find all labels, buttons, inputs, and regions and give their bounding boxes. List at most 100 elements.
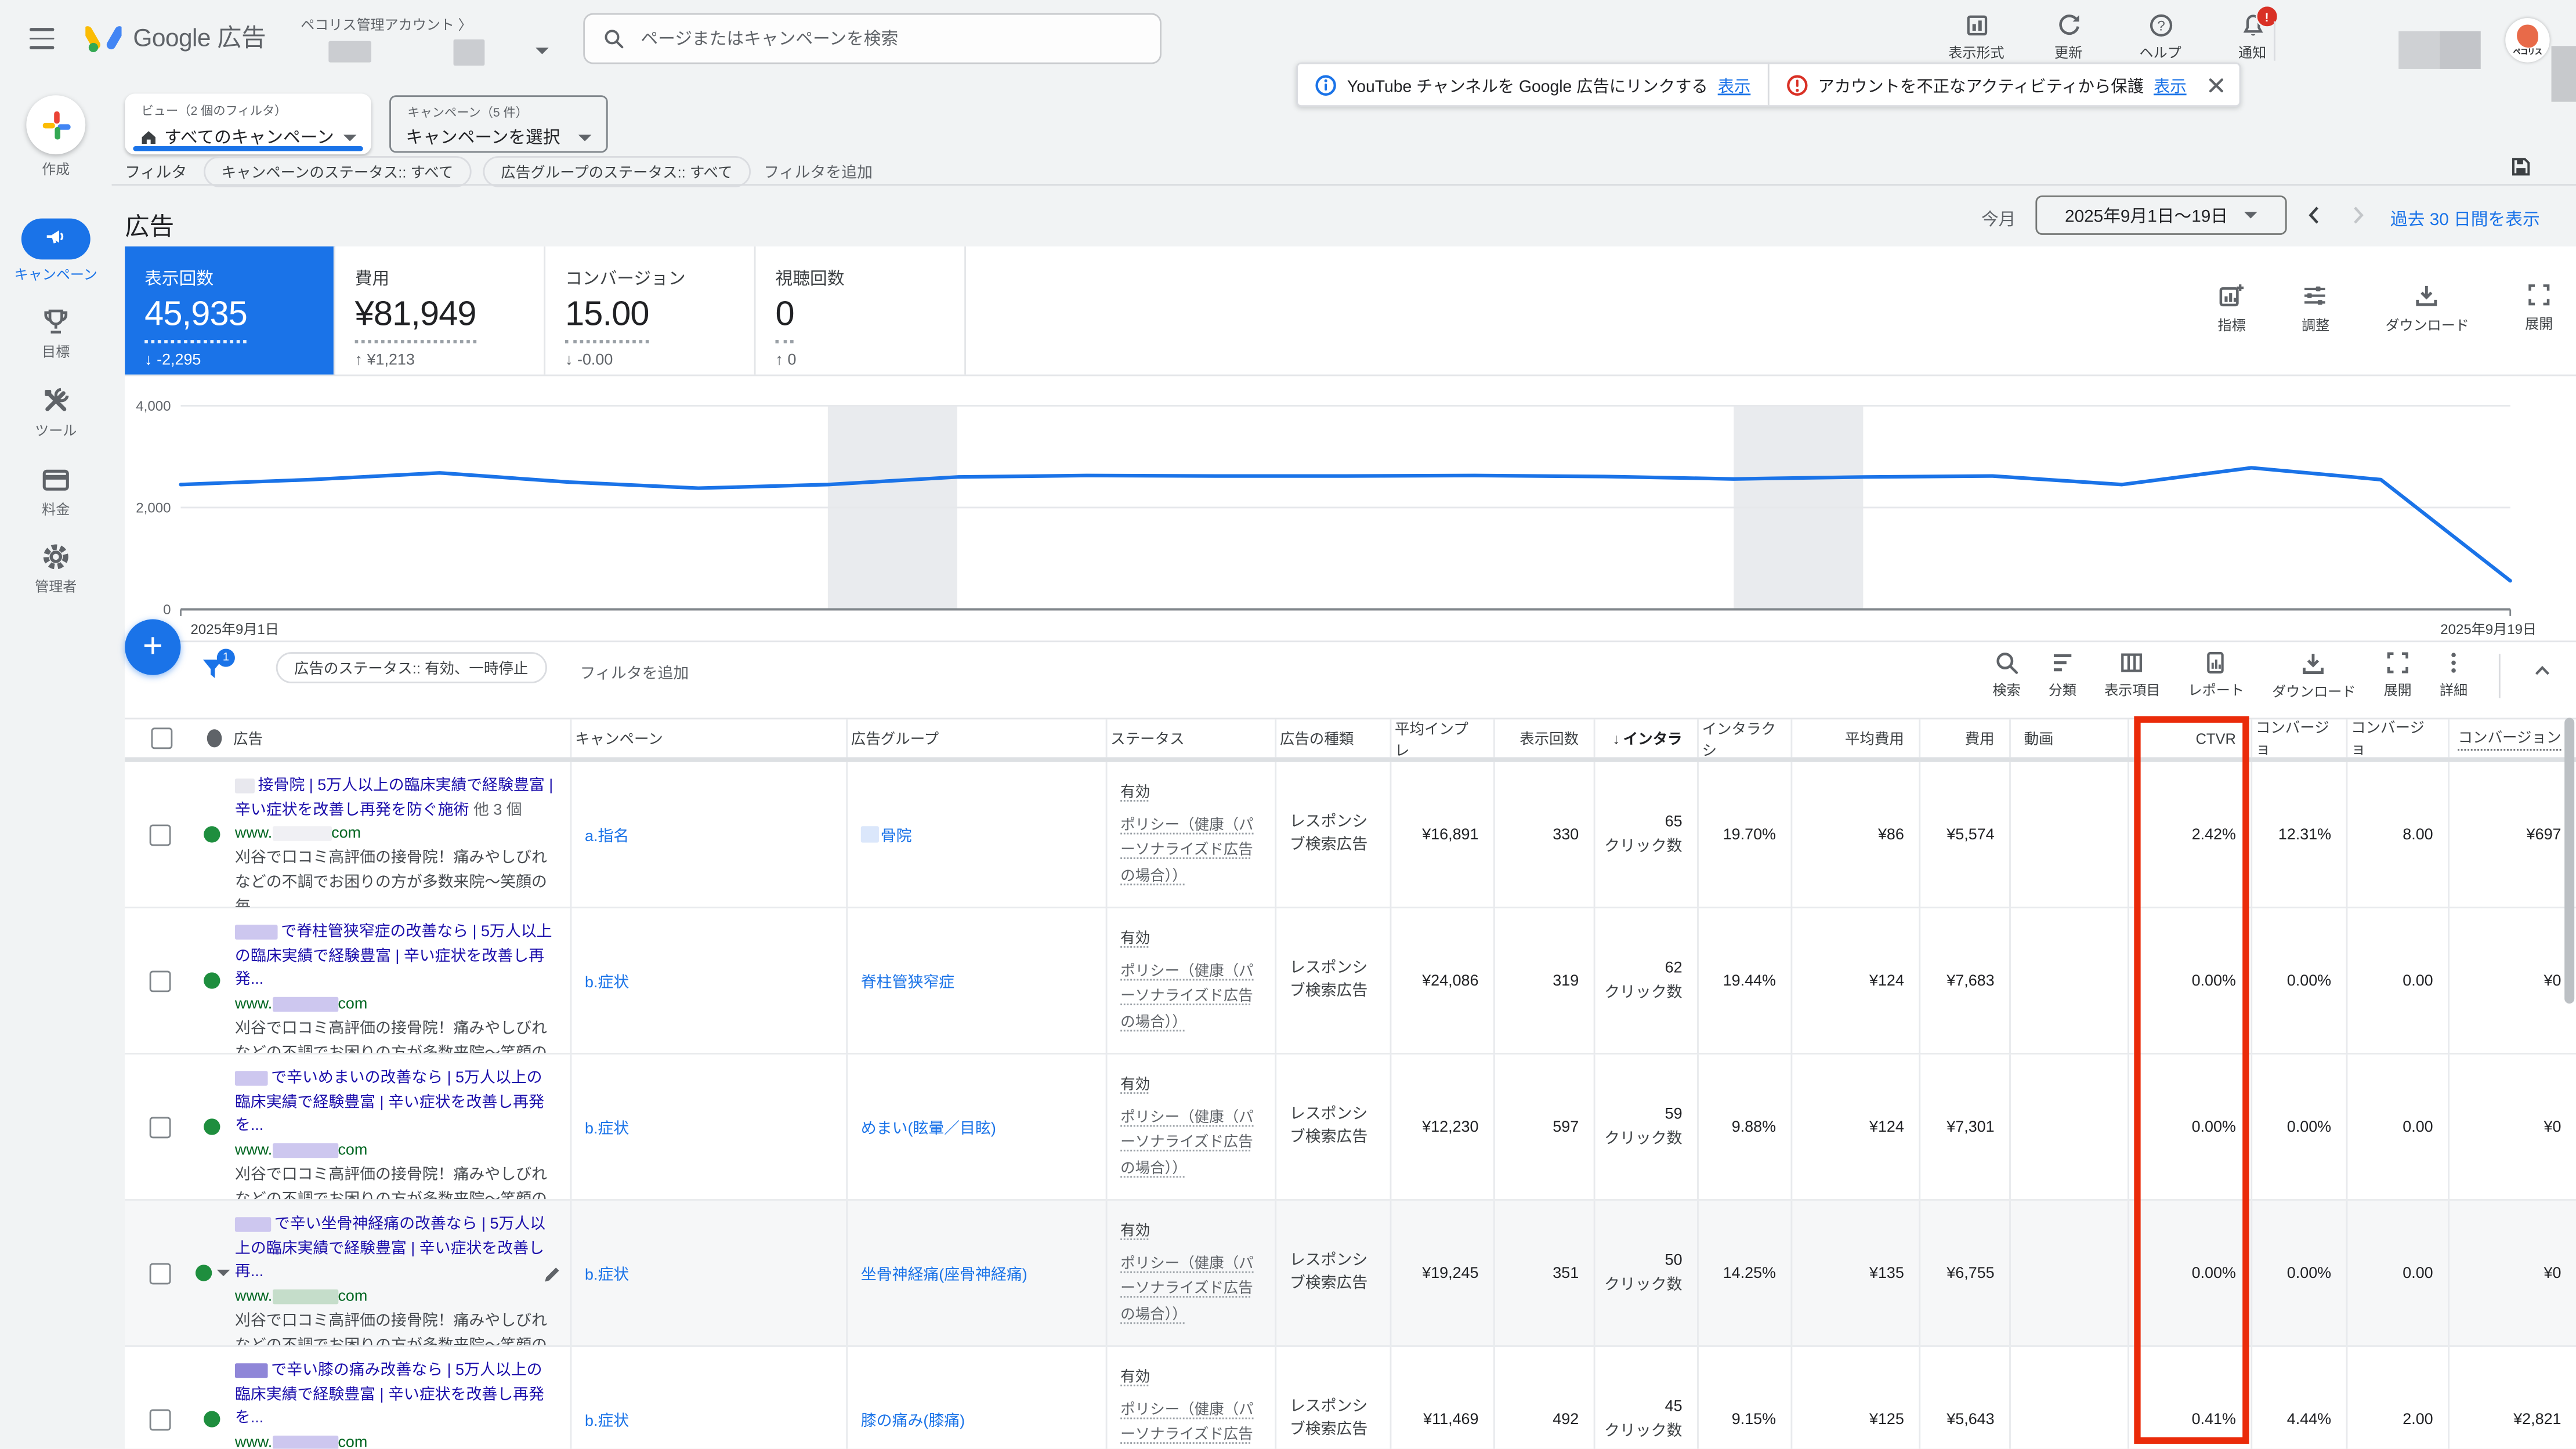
collapse-table-icon[interactable] — [2532, 660, 2553, 682]
ad-group-cell[interactable]: 膝の痛み(膝痛) — [848, 1347, 1107, 1449]
table-row-3[interactable]: で辛いめまいの改善なら | 5万人以上の臨床実績で経験豊富 | 辛い症状を改善し… — [125, 1055, 2576, 1201]
scorecard-表示回数[interactable]: 表示回数45,935↓ -2,295 — [125, 247, 335, 375]
campaign-cell[interactable]: a.指名 — [571, 762, 848, 907]
add-ad-button[interactable]: + — [125, 620, 180, 675]
ad-headline[interactable]: で脊柱管狭窄症の改善なら | 5万人以上の臨床実績で経験豊富 | 辛い症状を改善… — [235, 922, 553, 994]
ad-headline[interactable]: で辛い膝の痛み改善なら | 5万人以上の臨床実績で経験豊富 | 辛い症状を改善し… — [235, 1360, 553, 1433]
score-action-展開[interactable]: 展開 — [2525, 282, 2553, 335]
add-filter-button[interactable]: フィルタを追加 — [764, 160, 873, 183]
column-header-広告の種類[interactable]: 広告の種類 — [1276, 719, 1391, 757]
campaign-cell[interactable]: b.症状 — [571, 908, 848, 1053]
topbar-action-2[interactable]: ?ヘルプ — [2131, 13, 2190, 63]
sidebar-item-目標[interactable]: 目標 — [0, 307, 112, 361]
ad-group-cell[interactable]: 脊柱管狭窄症 — [848, 908, 1107, 1053]
row-checkbox[interactable] — [149, 970, 170, 991]
sidebar-item-キャンペーン[interactable]: キャンペーン — [0, 218, 112, 283]
ad-status-filter-chip[interactable]: 広告のステータス:: 有効、一時停止 — [276, 652, 547, 683]
topbar-action-0[interactable]: 表示形式 — [1947, 13, 2006, 63]
column-header-表示回数[interactable]: 表示回数 — [1495, 719, 1595, 757]
search-bar[interactable] — [583, 13, 1162, 64]
ad-group-cell[interactable]: 坐骨神経痛(座骨神経痛) — [848, 1201, 1107, 1345]
column-header-インタラ[interactable]: ↓インタラ — [1595, 719, 1699, 757]
chevron-right-icon[interactable] — [2346, 204, 2369, 227]
column-header-費用[interactable]: 費用 — [1920, 719, 2011, 757]
column-header-インタラクシ[interactable]: インタラクシ — [1699, 719, 1792, 757]
column-header-CTVR[interactable]: CTVR — [2129, 719, 2252, 757]
table-action-表示項目[interactable]: 表示項目 — [2104, 650, 2160, 700]
notifications-button[interactable]: 通知! — [2223, 13, 2282, 63]
column-header-広告グループ[interactable]: 広告グループ — [848, 719, 1107, 757]
edit-pencil-icon[interactable] — [542, 1265, 562, 1284]
filter-chip[interactable]: キャンペーンのステータス:: すべて — [204, 155, 472, 187]
score-action-ダウンロード[interactable]: ダウンロード — [2385, 282, 2469, 335]
table-action-詳細[interactable]: 詳細 — [2440, 650, 2468, 700]
campaign-cell[interactable]: b.症状 — [571, 1201, 848, 1345]
select-all-checkbox[interactable] — [150, 727, 172, 749]
table-action-レポート[interactable]: レポート — [2188, 650, 2244, 700]
metric-cell: 19.44% — [1699, 908, 1792, 1053]
table-row-4[interactable]: で辛い坐骨神経痛の改善なら | 5万人以上の臨床実績で経験豊富 | 辛い症状を改… — [125, 1201, 2576, 1347]
ad-type-cell: レスポンシブ検索広告 — [1276, 1347, 1391, 1449]
column-header-ステータス[interactable]: ステータス — [1108, 719, 1277, 757]
column-header-コンバージョン[interactable]: コンバージョン — [2450, 719, 2576, 757]
menu-icon[interactable] — [30, 28, 54, 49]
ad-headline[interactable]: で辛い坐骨神経痛の改善なら | 5万人以上の臨床実績で経験豊富 | 辛い症状を改… — [235, 1214, 553, 1287]
score-action-指標[interactable]: 指標 — [2218, 282, 2246, 335]
save-view-icon[interactable] — [2510, 156, 2532, 177]
sidebar-item-作成[interactable]: 作成 — [0, 95, 112, 178]
row-checkbox[interactable] — [149, 1408, 170, 1430]
table-action-検索[interactable]: 検索 — [1992, 650, 2020, 700]
column-header-動画[interactable]: 動画 — [2011, 719, 2129, 757]
search-input[interactable] — [638, 27, 1137, 50]
campaign-selector[interactable]: キャンペーン（5 件） キャンペーンを選択 — [389, 95, 608, 153]
banner-show-link[interactable]: 表示 — [1718, 73, 1751, 97]
ad-headline[interactable]: で辛いめまいの改善なら | 5万人以上の臨床実績で経験豊富 | 辛い症状を改善し… — [235, 1068, 553, 1140]
filter-chip[interactable]: 広告グループのステータス:: すべて — [483, 155, 751, 187]
account-breadcrumb[interactable]: ペコリス管理アカウント 〉 — [301, 15, 563, 34]
avatar[interactable]: ペコリス — [2505, 18, 2549, 62]
column-header-広告[interactable]: 広告 — [230, 719, 571, 757]
google-ads-logo[interactable]: Google 広告 — [85, 20, 266, 54]
sidebar-item-ツール[interactable]: ツール — [0, 386, 112, 439]
status-caret-icon[interactable] — [216, 1270, 229, 1276]
table-action-展開[interactable]: 展開 — [2384, 650, 2412, 700]
column-header-コンバージョ[interactable]: コンバージョ — [2347, 719, 2450, 757]
sidebar-item-管理者[interactable]: 管理者 — [0, 542, 112, 596]
column-header-キャンペーン[interactable]: キャンペーン — [571, 719, 848, 757]
sidebar-item-料金[interactable]: 料金 — [0, 464, 112, 517]
row-checkbox[interactable] — [149, 824, 170, 845]
date-range-selector[interactable]: 2025年9月1日〜19日 — [2035, 195, 2286, 235]
scorecard-費用[interactable]: 費用¥81,949↑ ¥1,213 — [335, 247, 545, 375]
close-icon[interactable] — [2203, 75, 2239, 95]
scorecard-視聴回数[interactable]: 視聴回数0↑ 0 — [756, 247, 966, 375]
column-header-平均費用[interactable]: 平均費用 — [1792, 719, 1920, 757]
table-row-5[interactable]: で辛い膝の痛み改善なら | 5万人以上の臨床実績で経験豊富 | 辛い症状を改善し… — [125, 1347, 2576, 1449]
ad-group-cell[interactable]: 骨院 — [848, 762, 1107, 907]
table-action-label: レポート — [2188, 680, 2244, 700]
ad-headline[interactable]: 接骨院 | 5万人以上の臨床実績で経験豊富 | 辛い症状を改善し再発を防ぐ施術 … — [235, 776, 553, 824]
column-header-平均インプレ[interactable]: 平均インプレ — [1391, 719, 1495, 757]
table-row-1[interactable]: 接骨院 | 5万人以上の臨床実績で経験豊富 | 辛い症状を改善し再発を防ぐ施術 … — [125, 762, 2576, 908]
campaign-cell[interactable]: b.症状 — [571, 1347, 848, 1449]
banner-show-link[interactable]: 表示 — [2154, 73, 2187, 97]
table-row-2[interactable]: で脊柱管狭窄症の改善なら | 5万人以上の臨床実績で経験豊富 | 辛い症状を改善… — [125, 908, 2576, 1055]
row-checkbox[interactable] — [149, 1262, 170, 1284]
scorecard-コンバージョン[interactable]: コンバージョン15.00↓ -0.00 — [545, 247, 755, 375]
create-button[interactable] — [26, 95, 85, 154]
column-header-コンバージョ[interactable]: コンバージョ — [2252, 719, 2347, 757]
show-last-30-days-link[interactable]: 過去 30 日間を表示 — [2390, 207, 2540, 231]
ad-group-cell[interactable]: めまい(眩暈／目眩) — [848, 1055, 1107, 1199]
table-action-分類[interactable]: 分類 — [2049, 650, 2076, 700]
table-action-ダウンロード[interactable]: ダウンロード — [2272, 650, 2356, 701]
scrollbar[interactable] — [2564, 718, 2574, 1004]
filter-funnel-icon[interactable]: 1 — [200, 657, 225, 682]
metric-cell — [2011, 1055, 2129, 1199]
add-filter-button[interactable]: フィルタを追加 — [580, 660, 689, 683]
campaign-cell[interactable]: b.症状 — [571, 1055, 848, 1199]
chevron-left-icon[interactable] — [2303, 204, 2327, 227]
row-checkbox[interactable] — [149, 1116, 170, 1138]
score-action-調整[interactable]: 調整 — [2302, 282, 2329, 335]
view-selector[interactable]: ビュー（2 個のフィルタ） すべてのキャンペーン — [125, 93, 371, 154]
topbar-action-1[interactable]: 更新 — [2039, 13, 2098, 63]
score-action-label: ダウンロード — [2385, 316, 2469, 335]
